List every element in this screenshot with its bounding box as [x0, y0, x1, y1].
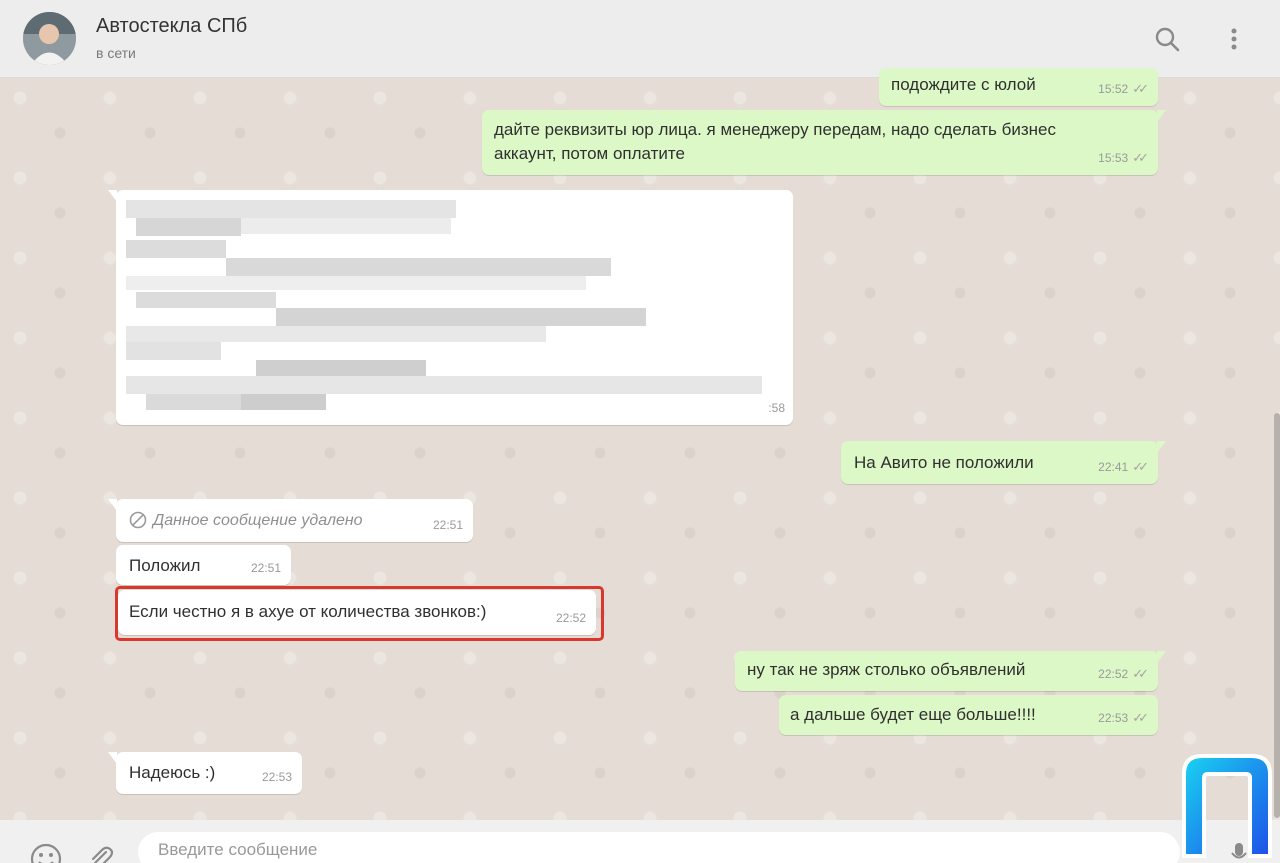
message-incoming[interactable]: Надеюсь :) 22:53 [108, 752, 302, 794]
message-time: 15:52 [1098, 82, 1129, 96]
read-ticks-icon: ✓✓ [1132, 710, 1149, 725]
emoji-icon[interactable] [29, 842, 63, 863]
message-text: ну так не зряж столько объявлений [747, 660, 1026, 679]
search-icon[interactable] [1152, 24, 1182, 54]
message-outgoing[interactable]: а дальше будет еще больше!!!! 22:53 ✓✓ [779, 695, 1158, 735]
message-time: 22:41 [1098, 460, 1129, 474]
message-time: 22:52 [1098, 667, 1129, 681]
message-text: На Авито не положили [854, 453, 1034, 472]
contact-name[interactable]: Автостекла СПб [96, 15, 247, 38]
contact-status: в сети [96, 45, 136, 61]
compose-bar [0, 820, 1280, 863]
message-meta: 15:52 ✓✓ [1098, 77, 1149, 101]
message-time: 15:53 [1098, 151, 1129, 165]
message-input[interactable] [158, 840, 1158, 860]
message-time: :58 [768, 401, 785, 415]
message-text: а дальше будет еще больше!!!! [790, 705, 1036, 724]
message-meta: 22:52 ✓✓ [1098, 662, 1149, 686]
message-meta: 22:53 ✓✓ [1098, 706, 1149, 730]
red-highlight-frame [115, 586, 604, 641]
message-text: Положил [129, 556, 201, 575]
read-ticks-icon: ✓✓ [1132, 459, 1149, 474]
message-text: подождите с юлой [891, 75, 1036, 94]
message-meta: 22:41 ✓✓ [1098, 455, 1149, 479]
message-outgoing[interactable]: На Авито не положили 22:41 ✓✓ [841, 441, 1166, 484]
pixelated-redaction [126, 200, 766, 415]
read-ticks-icon: ✓✓ [1132, 150, 1149, 165]
message-time: 22:51 [432, 518, 463, 532]
paperclip-icon[interactable] [86, 844, 114, 863]
deleted-icon [129, 511, 147, 536]
message-outgoing[interactable]: ну так не зряж столько объявлений 22:52 ✓… [735, 651, 1166, 691]
message-time: 22:53 [1098, 711, 1129, 725]
message-time: 22:51 [250, 561, 281, 575]
watermark-logo-icon [1180, 752, 1272, 860]
message-meta: 15:53 ✓✓ [1098, 146, 1149, 170]
read-ticks-icon: ✓✓ [1132, 666, 1149, 681]
message-time: 22:53 [261, 770, 292, 784]
contact-avatar[interactable] [23, 12, 76, 65]
message-incoming-redacted[interactable]: :58 [108, 190, 793, 425]
message-text: Надеюсь :) [129, 763, 216, 782]
message-outgoing[interactable]: подождите с юлой 15:52 ✓✓ [879, 68, 1158, 106]
message-incoming[interactable]: Положил 22:51 [116, 545, 291, 585]
message-outgoing[interactable]: дайте реквизиты юр лица. я менеджеру пер… [482, 110, 1166, 175]
chat-scrollbar[interactable] [1274, 413, 1280, 818]
message-text: Данное сообщение удалено [153, 512, 363, 529]
message-text: дайте реквизиты юр лица. я менеджеру пер… [494, 120, 1056, 163]
message-incoming-deleted[interactable]: Данное сообщение удалено 22:51 [108, 499, 473, 542]
chat-header: Автостекла СПб в сети [0, 0, 1280, 78]
read-ticks-icon: ✓✓ [1132, 81, 1149, 96]
message-input-box[interactable] [138, 832, 1180, 863]
kebab-menu-icon[interactable] [1219, 24, 1249, 54]
